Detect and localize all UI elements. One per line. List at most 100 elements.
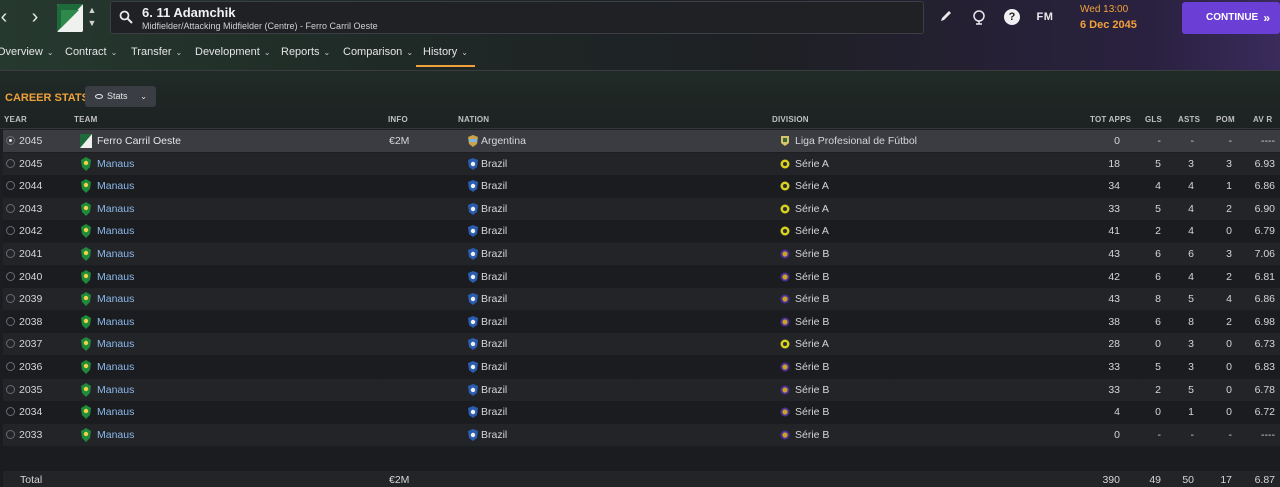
- stats-view-dropdown[interactable]: Stats ⌄: [85, 86, 156, 107]
- col-pom[interactable]: POM: [1216, 115, 1235, 124]
- table-row[interactable]: 2036 Manaus Brazil Série B 33 5 3 0 6.83: [3, 356, 1280, 378]
- row-select-radio[interactable]: [6, 384, 15, 394]
- nation-flag-icon: [468, 202, 478, 215]
- col-goals[interactable]: GLS: [1145, 115, 1162, 124]
- row-team-link[interactable]: Manaus: [97, 203, 134, 215]
- table-row[interactable]: 2033 Manaus Brazil Série B 0- - - ----: [3, 423, 1280, 446]
- col-info[interactable]: INFO: [388, 115, 408, 124]
- row-team-link[interactable]: Manaus: [97, 316, 134, 328]
- search-icon[interactable]: [119, 10, 133, 24]
- row-select-radio[interactable]: [6, 316, 15, 326]
- row-year: 2037: [19, 338, 43, 351]
- row-apps: 33: [1108, 361, 1120, 373]
- col-assists[interactable]: ASTS: [1178, 115, 1200, 124]
- row-select-radio[interactable]: [6, 136, 15, 145]
- row-year: 2036: [19, 361, 43, 373]
- row-pom: 0: [1226, 383, 1232, 396]
- table-row[interactable]: 2045 Manaus Brazil Série A 18 5 3 3 6.93: [3, 152, 1280, 175]
- table-row[interactable]: 2043 Manaus Brazil Série A 33 5 4 2 6.90: [3, 197, 1280, 220]
- tab-history[interactable]: History ⌄: [416, 41, 475, 67]
- player-header-box[interactable]: 6. 11 Adamchik Midfielder/Attacking Midf…: [110, 1, 924, 34]
- help-icon[interactable]: ?: [1004, 9, 1020, 25]
- row-goals: 2: [1155, 383, 1161, 396]
- row-assists: -: [1190, 428, 1195, 441]
- col-tot-apps[interactable]: TOT APPS: [1090, 115, 1131, 124]
- table-row[interactable]: 2039 Manaus Brazil Série B 43 8 5 4 6.86: [3, 288, 1280, 311]
- row-division: Série A: [795, 225, 829, 238]
- row-apps: 41: [1108, 225, 1120, 238]
- row-select-radio[interactable]: [6, 294, 15, 304]
- row-pom: 2: [1226, 315, 1232, 328]
- row-year: 2045: [19, 157, 43, 170]
- row-assists: 3: [1188, 157, 1194, 170]
- globe-icon[interactable]: [971, 9, 987, 25]
- row-assists: 5: [1188, 293, 1194, 306]
- row-team-link[interactable]: Manaus: [97, 384, 134, 396]
- nation-flag-icon: [468, 157, 478, 170]
- table-row[interactable]: 2037 Manaus Brazil Série A 28 0 3 0 6.73: [3, 333, 1280, 356]
- forward-icon[interactable]: ›: [25, 6, 45, 30]
- tab-contract[interactable]: Contract ⌄: [65, 41, 117, 67]
- fm-logo-icon[interactable]: FM: [1034, 9, 1056, 25]
- col-nation[interactable]: NATION: [458, 115, 489, 124]
- row-av-rating: 7.06: [1254, 248, 1275, 260]
- table-row[interactable]: 2044 Manaus Brazil Série A 34 4 4 1 6.86: [3, 175, 1280, 198]
- row-team-link[interactable]: Manaus: [97, 248, 134, 260]
- row-pom: 0: [1226, 225, 1232, 238]
- row-assists: 4: [1188, 270, 1194, 283]
- edit-pencil-icon[interactable]: [938, 9, 954, 25]
- row-goals: 2: [1155, 225, 1161, 238]
- row-team-link[interactable]: Manaus: [97, 406, 134, 418]
- col-year[interactable]: YEAR: [4, 115, 27, 124]
- row-select-radio[interactable]: [6, 362, 15, 371]
- row-apps: 28: [1108, 338, 1120, 351]
- club-crest-icon: [80, 269, 92, 284]
- row-select-radio[interactable]: [6, 407, 15, 417]
- table-row[interactable]: 2035 Manaus Brazil Série B 33 2 5 0 6.78: [3, 378, 1280, 401]
- row-year: 2034: [19, 406, 43, 419]
- tab-overview[interactable]: Overview ⌄: [0, 41, 54, 67]
- chevron-down-icon: ⌄: [140, 92, 147, 101]
- col-division[interactable]: DIVISION: [772, 115, 809, 124]
- tab-development[interactable]: Development ⌄: [195, 41, 271, 67]
- table-row[interactable]: 2040 Manaus Brazil Série B 42 6 4 2 6.81: [3, 265, 1280, 288]
- tab-transfer[interactable]: Transfer ⌄: [131, 41, 182, 67]
- player-switch-icon[interactable]: ▲ ▼: [86, 4, 98, 32]
- table-row[interactable]: 2041 Manaus Brazil Série B 43 6 6 3 7.06: [3, 243, 1280, 265]
- row-select-radio[interactable]: [6, 271, 15, 281]
- row-select-radio[interactable]: [6, 226, 15, 236]
- row-team-link[interactable]: Manaus: [97, 361, 134, 373]
- row-select-radio[interactable]: [6, 339, 15, 349]
- row-team-link[interactable]: Manaus: [97, 271, 134, 283]
- row-team-link[interactable]: Manaus: [97, 293, 134, 305]
- row-apps: 33: [1108, 383, 1120, 396]
- table-row[interactable]: 2034 Manaus Brazil Série B 4 0 1 0 6.72: [3, 401, 1280, 424]
- row-team-link[interactable]: Manaus: [97, 158, 134, 170]
- table-row[interactable]: 2045 Ferro Carril Oeste €2M Argentina Liga P…: [3, 130, 1280, 152]
- row-nation: Brazil: [481, 270, 508, 283]
- club-crest-icon[interactable]: [57, 4, 83, 32]
- total-assists: 50: [1182, 474, 1194, 486]
- row-select-radio[interactable]: [6, 181, 15, 191]
- row-select-radio[interactable]: [6, 249, 15, 258]
- row-select-radio[interactable]: [6, 429, 15, 439]
- row-select-radio[interactable]: [6, 158, 15, 168]
- row-team-link[interactable]: Manaus: [97, 429, 134, 441]
- row-select-radio[interactable]: [6, 203, 15, 213]
- tab-comparison[interactable]: Comparison ⌄: [343, 41, 413, 67]
- back-icon[interactable]: ‹: [0, 6, 14, 30]
- continue-button[interactable]: CONTINUE »: [1182, 2, 1280, 34]
- row-team-link[interactable]: Ferro Carril Oeste: [97, 135, 181, 147]
- table-row[interactable]: 2042 Manaus Brazil Série A 41 2 4 0 6.79: [3, 220, 1280, 243]
- col-av-rating[interactable]: AV R: [1253, 115, 1272, 124]
- col-team[interactable]: TEAM: [74, 115, 97, 124]
- nation-flag-icon: [468, 293, 478, 306]
- row-team-link[interactable]: Manaus: [97, 180, 134, 192]
- row-division: Série B: [795, 248, 830, 260]
- nation-flag-icon: [468, 315, 478, 328]
- table-row[interactable]: 2038 Manaus Brazil Série B 38 6 8 2 6.98: [3, 310, 1280, 333]
- tab-reports[interactable]: Reports ⌄: [281, 41, 330, 67]
- row-team-link[interactable]: Manaus: [97, 338, 134, 350]
- nation-flag-icon: [468, 135, 478, 147]
- row-team-link[interactable]: Manaus: [97, 225, 134, 237]
